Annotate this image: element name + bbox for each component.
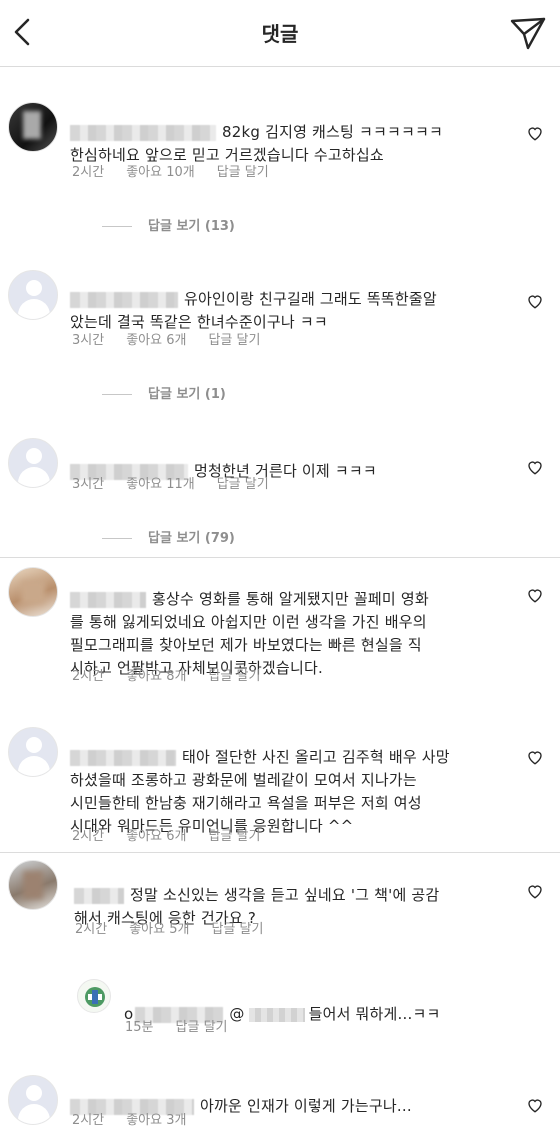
comment-time: 15분: [125, 1020, 154, 1035]
avatar[interactable]: [8, 102, 58, 152]
comment-text: 들어서 뭐하게...ㅋㅋ: [308, 1005, 441, 1023]
page-title: 댓글: [261, 22, 299, 46]
view-replies-button[interactable]: 답글 보기 (79): [102, 527, 235, 546]
reply-button[interactable]: 답글 달기: [208, 829, 260, 844]
send-icon[interactable]: [508, 12, 548, 52]
heart-icon[interactable]: [526, 458, 544, 476]
view-replies-button[interactable]: 답글 보기 (1): [102, 383, 226, 402]
avatar[interactable]: [8, 567, 58, 617]
comment-time: 3시간: [72, 333, 105, 348]
like-count[interactable]: 좋아요 5개: [129, 922, 189, 937]
heart-icon[interactable]: [526, 586, 544, 604]
divider: [0, 557, 560, 558]
reply-button[interactable]: 답글 달기: [217, 165, 269, 180]
heart-icon[interactable]: [526, 292, 544, 310]
username[interactable]: [70, 591, 146, 608]
comment-text: 아까운 인재가 이렇게 가는구나...: [200, 1097, 412, 1115]
like-count[interactable]: 좋아요 11개: [126, 477, 195, 492]
avatar[interactable]: [77, 979, 111, 1013]
reply-button[interactable]: 답글 달기: [176, 1020, 228, 1035]
reply-button[interactable]: 답글 달기: [211, 922, 263, 937]
divider: [0, 852, 560, 853]
comment-time: 2시간: [72, 1113, 105, 1128]
username[interactable]: [70, 749, 176, 766]
username[interactable]: [74, 887, 124, 904]
avatar[interactable]: [8, 438, 58, 488]
divider-line: [102, 538, 132, 539]
avatar[interactable]: [8, 727, 58, 777]
heart-icon[interactable]: [526, 882, 544, 900]
avatar[interactable]: [8, 1075, 58, 1125]
heart-icon[interactable]: [526, 1096, 544, 1114]
reply-button[interactable]: 답글 달기: [217, 477, 269, 492]
comment-time: 2시간: [72, 669, 105, 684]
like-count[interactable]: 좋아요 10개: [126, 165, 195, 180]
username[interactable]: [70, 124, 216, 141]
like-count[interactable]: 좋아요 8개: [126, 669, 186, 684]
mention-username[interactable]: [248, 1007, 305, 1022]
heart-icon[interactable]: [526, 748, 544, 766]
divider-line: [102, 394, 132, 395]
header: 댓글: [0, 0, 560, 67]
reply-button[interactable]: 답글 달기: [208, 333, 260, 348]
avatar[interactable]: [8, 270, 58, 320]
like-count[interactable]: 좋아요 6개: [126, 829, 186, 844]
divider-line: [102, 226, 132, 227]
comment-time: 3시간: [72, 477, 105, 492]
username[interactable]: [70, 291, 178, 308]
like-count[interactable]: 좋아요 6개: [126, 333, 186, 348]
comment-time: 2시간: [72, 165, 105, 180]
comment-time: 2시간: [72, 829, 105, 844]
view-replies-button[interactable]: 답글 보기 (13): [102, 215, 235, 234]
avatar-logo-icon: [85, 987, 105, 1007]
avatar[interactable]: [8, 860, 58, 910]
reply-button[interactable]: 답글 달기: [208, 669, 260, 684]
comment-time: 2시간: [75, 922, 108, 937]
like-count[interactable]: 좋아요 3개: [126, 1113, 186, 1128]
heart-icon[interactable]: [526, 124, 544, 142]
